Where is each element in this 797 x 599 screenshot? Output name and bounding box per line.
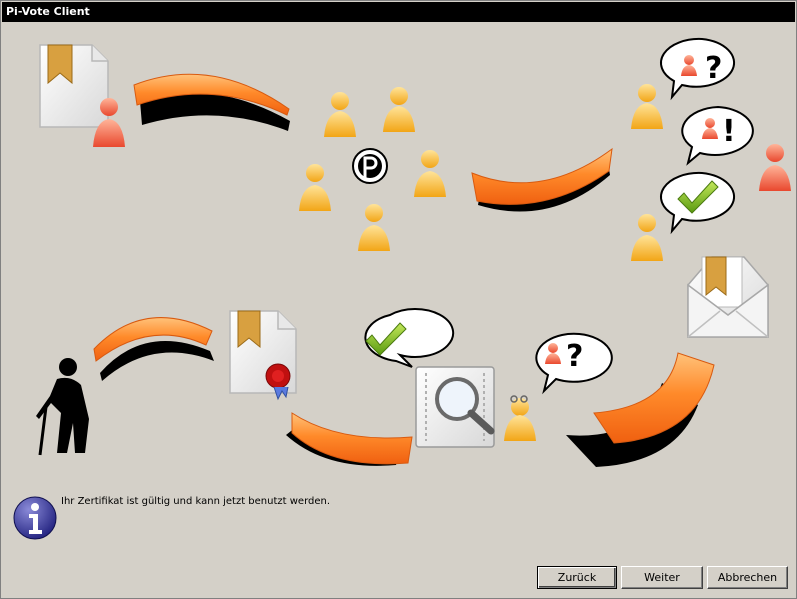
voter-icon	[631, 84, 663, 129]
main-window: Pi-Vote Client ? ! ? Ihr Zertifikat ist …	[0, 0, 797, 599]
speech-bubble-icon: ?	[535, 332, 613, 395]
info-icon	[13, 496, 57, 540]
voter-icon	[631, 214, 663, 261]
speech-bubble-icon	[364, 308, 455, 368]
voter-icon	[414, 150, 446, 197]
voter-icon	[383, 87, 415, 132]
exclamation-mark: !	[722, 114, 736, 149]
voter-icon-red	[759, 144, 791, 191]
question-mark: ?	[566, 339, 583, 374]
voter-icon	[324, 92, 356, 137]
question-mark: ?	[705, 51, 722, 86]
status-message: Ihr Zertifikat ist gültig und kann jetzt…	[61, 496, 331, 507]
flow-arrow-5	[286, 412, 413, 466]
speech-bubble-icon: !	[681, 105, 754, 166]
voter-icon-with-glasses	[504, 395, 536, 441]
pirate-logo-icon	[352, 148, 388, 184]
elderly-person-icon	[36, 358, 89, 456]
next-button[interactable]: Weiter	[621, 566, 703, 589]
back-button[interactable]: Zurück	[537, 566, 617, 589]
flow-arrow-1	[133, 73, 290, 131]
magnifier-document-icon	[415, 366, 495, 448]
cancel-button[interactable]: Abbrechen	[707, 566, 788, 589]
back-button-label: Zurück	[557, 571, 597, 584]
speech-bubble-icon: ?	[660, 37, 735, 101]
window-title: Pi-Vote Client	[2, 2, 795, 22]
voting-process-diagram: ? ! ?	[36, 37, 791, 467]
certificate-icon	[39, 44, 109, 128]
sealed-certificate-icon	[229, 310, 297, 401]
voter-icon	[358, 204, 390, 251]
next-button-label: Weiter	[644, 571, 680, 584]
voter-icon	[299, 164, 331, 211]
cancel-button-label: Abbrechen	[717, 571, 778, 584]
speech-bubble-icon	[660, 171, 735, 235]
envelope-icon	[687, 256, 769, 338]
flow-arrow-2	[471, 147, 613, 212]
flow-arrow-4	[93, 317, 214, 381]
